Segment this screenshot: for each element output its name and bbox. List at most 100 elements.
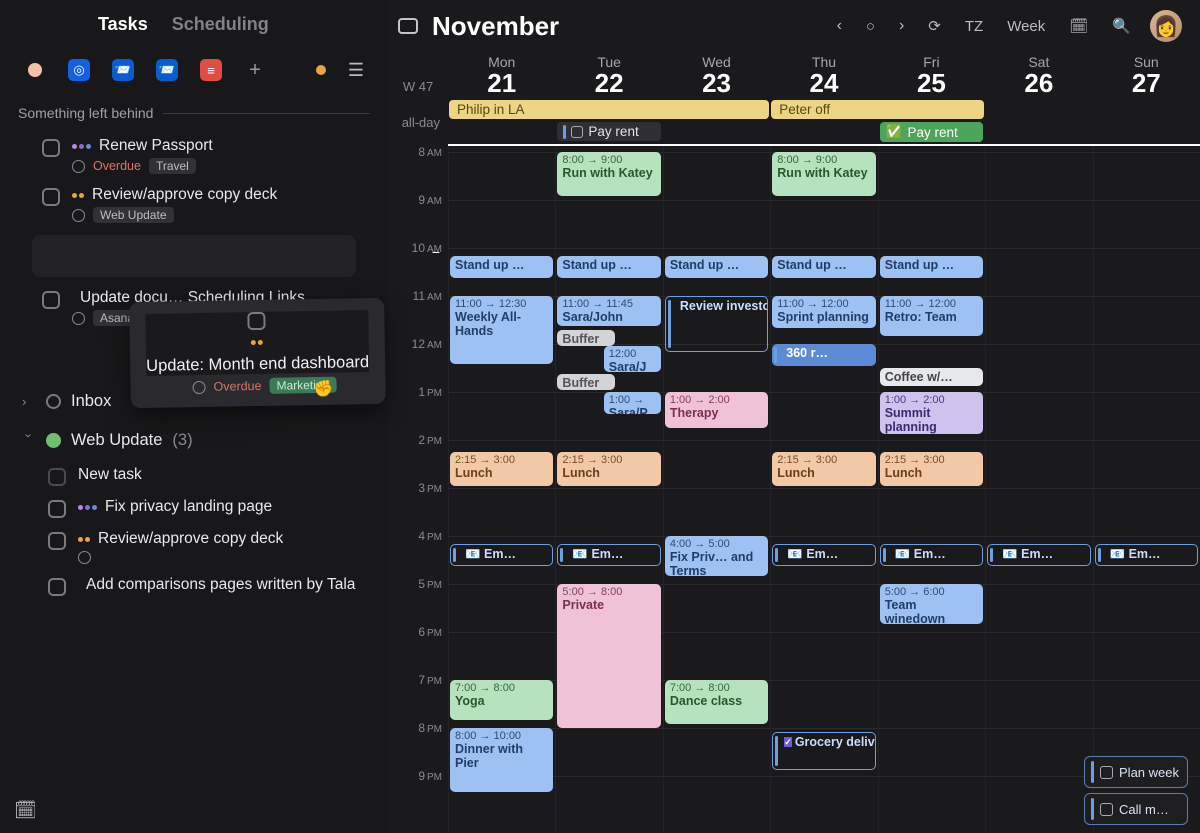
task-item[interactable]: Review/approve copy deck bbox=[8, 524, 380, 570]
day-column[interactable]: Stand up … Review investor update deck 1:0… bbox=[663, 144, 770, 833]
view-selector[interactable]: Week bbox=[1002, 15, 1050, 38]
integration-asana[interactable] bbox=[24, 59, 46, 81]
calendar-event[interactable]: Stand up … bbox=[772, 256, 875, 278]
calendar-event[interactable]: 2:15 → 3:00Lunch bbox=[880, 452, 983, 486]
list-toggle-icon[interactable]: ☰ bbox=[348, 60, 364, 81]
checkbox-icon[interactable] bbox=[248, 312, 266, 330]
project-color-dots bbox=[251, 340, 263, 345]
day-column[interactable]: 📧 Em… bbox=[985, 144, 1092, 833]
task-item[interactable]: Add comparisons pages written by Tala bbox=[8, 570, 380, 602]
calendar-event[interactable]: 1:00 →Sara/P bbox=[604, 392, 661, 414]
task-item[interactable]: Fix privacy landing page bbox=[8, 492, 380, 524]
task-item[interactable]: Review/approve copy deck Web Update bbox=[8, 180, 380, 229]
checkbox-icon[interactable] bbox=[42, 291, 60, 309]
checkbox-icon[interactable] bbox=[42, 188, 60, 206]
calendar-event[interactable]: 5:00 → 8:00Private bbox=[557, 584, 660, 728]
float-task-title: Call m… bbox=[1119, 802, 1169, 817]
collapse-icon[interactable]: − bbox=[432, 244, 440, 260]
floating-task[interactable]: Plan week bbox=[1084, 756, 1188, 788]
sidebar-web-update[interactable]: › Web Update (3) bbox=[8, 421, 380, 460]
checkbox-icon[interactable] bbox=[1100, 803, 1113, 816]
allday-item[interactable]: Pay rent bbox=[557, 122, 660, 141]
calendar-event[interactable]: 📧 Em… bbox=[450, 544, 553, 566]
calendar-event[interactable]: 📧 Em… bbox=[880, 544, 983, 566]
calendar-event[interactable]: 8:00 → 10:00Dinner with Pier bbox=[450, 728, 553, 792]
day-header: Thu24 bbox=[770, 54, 877, 99]
calendar-event[interactable]: 1:00 → 2:00Summit planning bbox=[880, 392, 983, 434]
day-column[interactable]: 📧 Em… bbox=[1093, 144, 1200, 833]
calendar-grid[interactable]: Stand up …11:00 → 12:30Weekly All-Hands2… bbox=[448, 144, 1200, 833]
calendar-event[interactable]: 8:00 → 9:00Run with Katey bbox=[772, 152, 875, 196]
checkbox-icon[interactable] bbox=[48, 578, 66, 596]
today-button[interactable]: ○ bbox=[861, 15, 880, 38]
calendar-event[interactable]: 📧 Em… bbox=[772, 544, 875, 566]
calendar-event[interactable]: 7:00 → 8:00Yoga bbox=[450, 680, 553, 720]
integration-outlook-2[interactable]: 📨 bbox=[156, 59, 178, 81]
calendar-event[interactable]: 11:00 → 12:00Sprint planning bbox=[772, 296, 875, 328]
calendar-event[interactable]: Buffer bbox=[557, 374, 614, 390]
calendar-event[interactable]: 2:15 → 3:00Lunch bbox=[772, 452, 875, 486]
timezone-button[interactable]: TZ bbox=[960, 15, 988, 38]
day-column[interactable]: 8:00 → 9:00Run with Katey Stand up … 11:00… bbox=[770, 144, 877, 833]
calendar-event[interactable]: 8:00 → 9:00Run with Katey bbox=[557, 152, 660, 196]
checkbox-icon[interactable] bbox=[42, 139, 60, 157]
calendar-event[interactable]: Coffee w/… bbox=[880, 368, 983, 386]
filter-dot[interactable] bbox=[316, 65, 326, 75]
calendar-event[interactable]: 1:00 → 2:00Therapy bbox=[665, 392, 768, 428]
tab-tasks[interactable]: Tasks bbox=[98, 14, 148, 35]
day-column[interactable]: Stand up … 11:00 → 12:30Weekly All-Hands 2… bbox=[448, 144, 555, 833]
integration-add[interactable]: + bbox=[244, 59, 266, 81]
refresh-icon[interactable]: ⟳ bbox=[923, 14, 946, 38]
day-column[interactable]: 8:00 → 9:00Run with Katey Stand up … 11:00… bbox=[555, 144, 662, 833]
calendar-event[interactable]: 📧 Em… bbox=[987, 544, 1090, 566]
event-title: Weekly All-Hands bbox=[455, 310, 548, 339]
checkbox-icon[interactable] bbox=[571, 126, 583, 138]
prev-week-button[interactable]: ‹ bbox=[832, 14, 847, 38]
avatar[interactable]: 👩 bbox=[1150, 10, 1182, 42]
calendar-event[interactable]: Stand up … bbox=[880, 256, 983, 278]
calendar-icon[interactable]: 🗓 bbox=[1064, 14, 1093, 38]
calendar-event[interactable]: Review investor update deck bbox=[665, 296, 768, 352]
calendar-event[interactable]: 11:00 → 12:30Weekly All-Hands bbox=[450, 296, 553, 364]
checkbox-checked-icon[interactable]: ✓ bbox=[784, 737, 792, 747]
calendar-event[interactable]: 11:00 → 11:45Sara/John bbox=[557, 296, 660, 326]
tab-scheduling[interactable]: Scheduling bbox=[172, 14, 269, 35]
next-week-button[interactable]: › bbox=[894, 14, 909, 38]
new-task-input[interactable]: New task bbox=[8, 460, 380, 492]
integration-target[interactable]: ◎ bbox=[68, 59, 90, 81]
view-icon[interactable] bbox=[398, 18, 418, 34]
calendar-event[interactable]: 360 r… bbox=[772, 344, 875, 366]
integration-todoist[interactable]: ≡ bbox=[200, 59, 222, 81]
checkbox-icon[interactable] bbox=[48, 500, 66, 518]
allday-span-event[interactable]: Peter off bbox=[771, 100, 984, 119]
task-item[interactable]: Renew Passport OverdueTravel bbox=[8, 131, 380, 180]
calendar-event[interactable]: 5:00 → 6:00Team winedown bbox=[880, 584, 983, 624]
calendar-event[interactable]: Stand up … bbox=[665, 256, 768, 278]
search-icon[interactable]: 🔍 bbox=[1107, 14, 1136, 38]
calendar-event[interactable]: 📧 Em… bbox=[1095, 544, 1198, 566]
day-column[interactable]: Stand up … 11:00 → 12:00Retro: Team Coffee… bbox=[878, 144, 985, 833]
floating-task[interactable]: Call m… bbox=[1084, 793, 1188, 825]
calendar-event[interactable]: 📧 Em… bbox=[557, 544, 660, 566]
checkbox-icon[interactable] bbox=[48, 532, 66, 550]
allday-span-event[interactable]: Philip in LA bbox=[449, 100, 769, 119]
calendar-event[interactable]: Stand up … bbox=[450, 256, 553, 278]
calendar-event[interactable]: Stand up … bbox=[557, 256, 660, 278]
event-bar bbox=[990, 548, 993, 562]
checkbox-icon[interactable] bbox=[1100, 766, 1113, 779]
calendar-event[interactable]: Buffer bbox=[557, 330, 614, 346]
task-pill: Web Update bbox=[93, 207, 174, 223]
calendar-event[interactable]: 4:00 → 5:00Fix Priv… and Terms bbox=[665, 536, 768, 576]
calendar-event[interactable]: 2:15 → 3:00Lunch bbox=[557, 452, 660, 486]
calendar-event[interactable]: 11:00 → 12:00Retro: Team bbox=[880, 296, 983, 336]
dragging-task-card[interactable]: Update: Month end dashboard Overdue Mark… bbox=[129, 298, 386, 408]
calendar-event[interactable]: 12:00Sara/J bbox=[604, 346, 661, 372]
allday-item[interactable]: ✅Pay rent bbox=[880, 122, 983, 142]
mini-calendar-icon[interactable]: 🗓 bbox=[14, 800, 37, 821]
event-time: 2:15 → 3:00 bbox=[777, 454, 870, 466]
integration-outlook-1[interactable]: 📨 bbox=[112, 59, 134, 81]
calendar-event[interactable]: 7:00 → 8:00Dance class bbox=[665, 680, 768, 724]
chip-title: Pay rent bbox=[588, 124, 638, 139]
calendar-event[interactable]: 2:15 → 3:00Lunch bbox=[450, 452, 553, 486]
calendar-event[interactable]: ✓Grocery delivery bbox=[772, 732, 875, 770]
